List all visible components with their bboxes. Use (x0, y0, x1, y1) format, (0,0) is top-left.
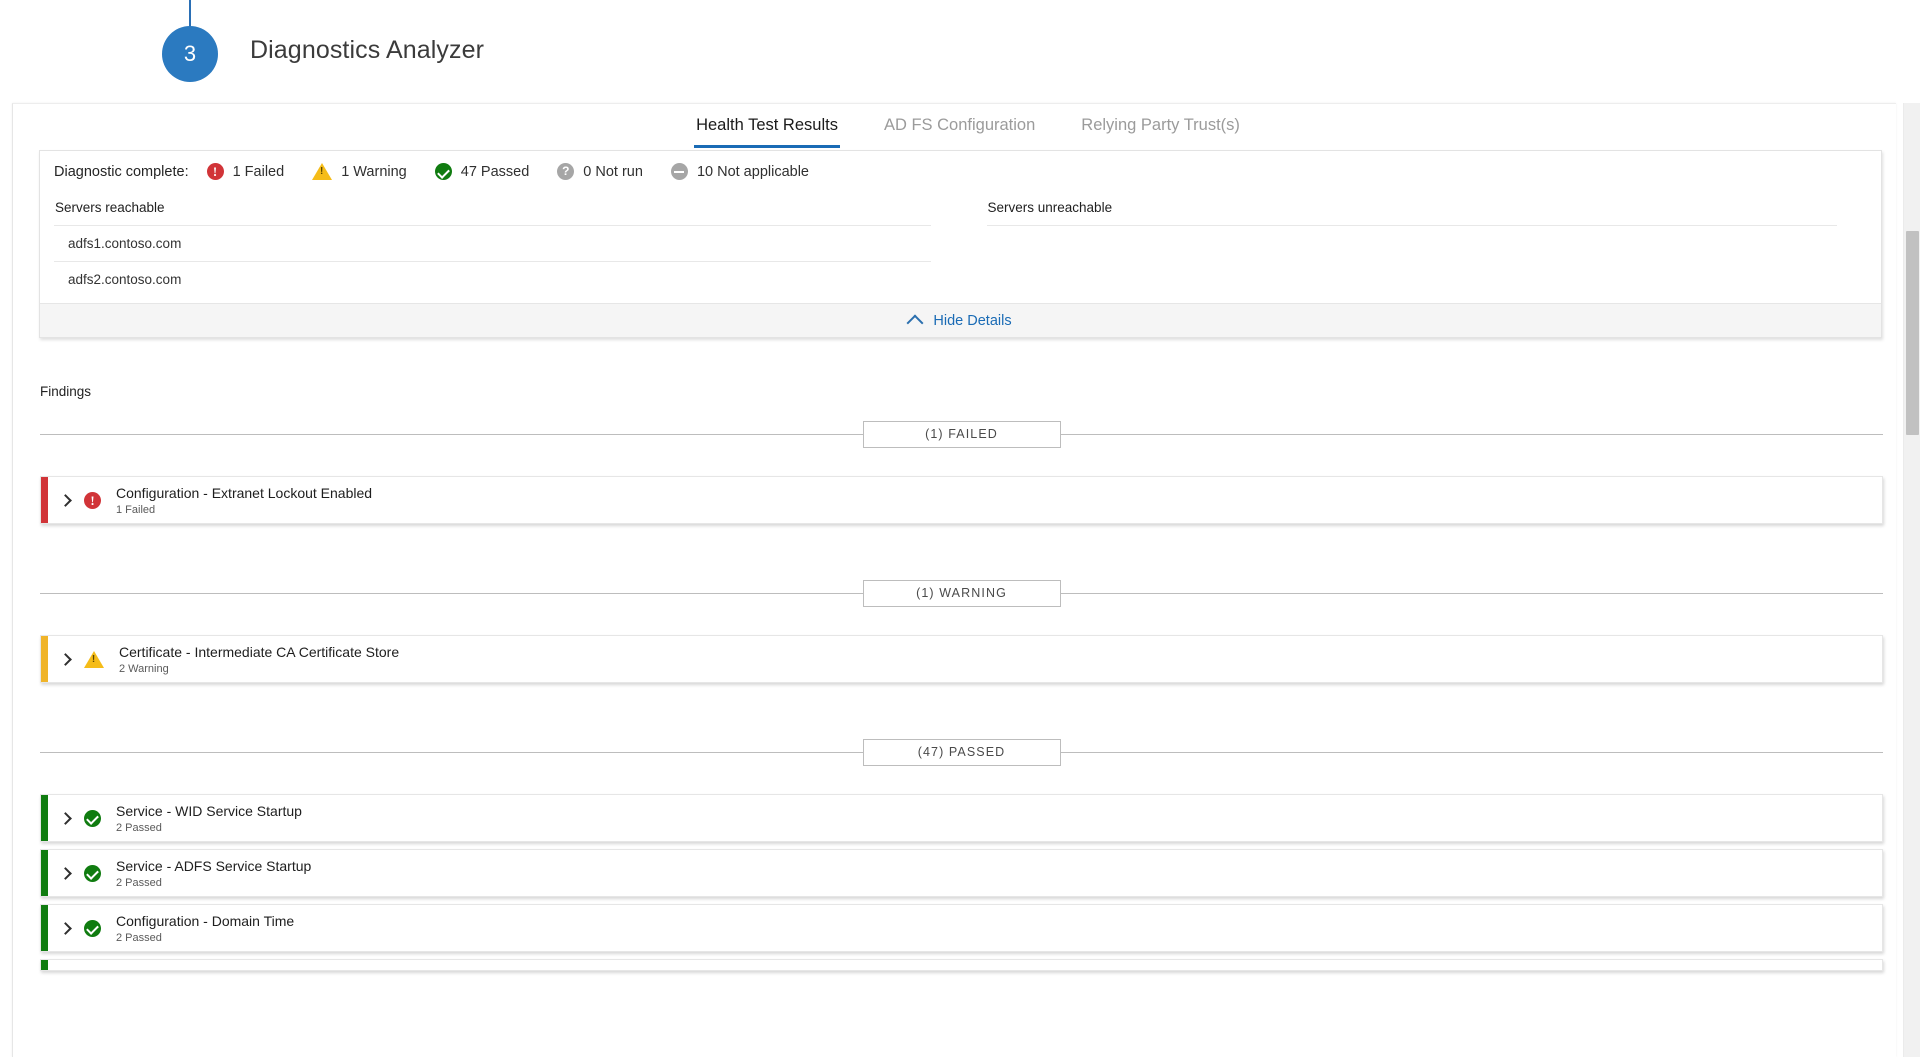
chevron-right-icon[interactable] (59, 652, 72, 666)
error-icon: ! (84, 491, 101, 509)
stat-not-run-label: 0 Not run (583, 163, 643, 180)
findings-divider-failed: (1) FAILED (40, 421, 1883, 448)
servers-unreachable-empty (986, 225, 1837, 226)
not-applicable-icon (670, 163, 688, 180)
servers-reachable-column: Servers reachable adfs1.contoso.com adfs… (54, 190, 961, 297)
divider-rule-left (40, 434, 863, 435)
list-item: adfs2.contoso.com (54, 261, 931, 297)
diagnostics-analyzer-page: 3 Diagnostics Analyzer Health Test Resul… (0, 0, 1920, 1057)
divider-rule-left (40, 752, 863, 753)
finding-text: Service - ADFS Service Startup 2 Passed (116, 858, 311, 889)
stat-failed-label: 1 Failed (232, 163, 285, 180)
success-icon (84, 864, 101, 882)
finding-subtitle: 2 Passed (116, 931, 162, 944)
findings-divider-warning: (1) WARNING (40, 580, 1883, 607)
status-accent-bar (41, 960, 48, 970)
tab-bar: Health Test Results AD FS Configuration … (48, 103, 1888, 148)
scrollbar-thumb[interactable] (1906, 231, 1919, 435)
findings-section-chip: (1) FAILED (862, 421, 1061, 448)
findings-label: Findings (40, 384, 92, 399)
diagnostic-summary-line: Diagnostic complete: ! 1 Failed 1 Warnin… (40, 151, 1881, 190)
divider-rule-right (1060, 593, 1883, 594)
success-icon (84, 809, 101, 827)
stat-passed: 47 Passed (434, 163, 530, 180)
tab-health-test-results[interactable]: Health Test Results (694, 113, 840, 148)
status-accent-bar (41, 636, 48, 682)
finding-title: Service - ADFS Service Startup (116, 857, 312, 874)
finding-title: Service - WID Service Startup (116, 802, 302, 819)
findings-section-chip: (47) PASSED (862, 739, 1061, 766)
step-header: 3 Diagnostics Analyzer (0, 0, 1920, 92)
finding-row-domain-time[interactable]: Configuration - Domain Time 2 Passed (40, 904, 1883, 952)
finding-text: Configuration - Extranet Lockout Enabled… (116, 485, 372, 516)
finding-subtitle: 2 Warning (119, 662, 169, 675)
chevron-right-icon[interactable] (59, 493, 72, 507)
stat-not-run: ? 0 Not run (557, 163, 643, 180)
finding-title: Certificate - Intermediate CA Certificat… (119, 643, 400, 660)
stat-failed: ! 1 Failed (206, 163, 285, 180)
divider-rule-right (1060, 752, 1883, 753)
finding-row-intermediate-ca-certificate-store[interactable]: Certificate - Intermediate CA Certificat… (40, 635, 1883, 683)
vertical-scrollbar[interactable] (1903, 103, 1920, 1057)
stat-warning: 1 Warning (312, 163, 407, 180)
finding-text: Certificate - Intermediate CA Certificat… (119, 644, 399, 675)
tab-relying-party-trusts[interactable]: Relying Party Trust(s) (1079, 113, 1242, 145)
finding-row-extranet-lockout-enabled[interactable]: ! Configuration - Extranet Lockout Enabl… (40, 476, 1883, 524)
success-icon (84, 919, 101, 937)
status-accent-bar (41, 795, 48, 841)
error-icon: ! (206, 163, 224, 180)
finding-title: Configuration - Extranet Lockout Enabled (116, 484, 373, 501)
servers-unreachable-title: Servers unreachable (987, 200, 1113, 215)
chevron-right-icon[interactable] (59, 866, 72, 880)
stat-not-applicable-label: 10 Not applicable (696, 163, 809, 180)
step-number-badge: 3 (162, 26, 218, 82)
hide-details-label: Hide Details (933, 312, 1012, 329)
finding-subtitle: 2 Passed (116, 821, 162, 834)
finding-row-adfs-service-startup[interactable]: Service - ADFS Service Startup 2 Passed (40, 849, 1883, 897)
finding-text: Configuration - Domain Time 2 Passed (116, 913, 294, 944)
stat-passed-label: 47 Passed (460, 163, 530, 180)
servers-unreachable-column: Servers unreachable (961, 190, 1868, 297)
chevron-right-icon[interactable] (59, 811, 72, 825)
status-accent-bar (41, 477, 48, 523)
question-icon: ? (557, 163, 575, 180)
stat-not-applicable: 10 Not applicable (670, 163, 809, 180)
tab-ad-fs-configuration[interactable]: AD FS Configuration (882, 113, 1037, 145)
chevron-right-icon[interactable] (59, 921, 72, 935)
finding-subtitle: 2 Passed (116, 876, 162, 889)
finding-text: Service - WID Service Startup 2 Passed (116, 803, 302, 834)
finding-subtitle: 1 Failed (116, 503, 156, 516)
finding-row-partial-next[interactable] (40, 959, 1883, 971)
status-accent-bar (41, 905, 48, 951)
warning-icon (312, 163, 333, 180)
divider-rule-right (1060, 434, 1883, 435)
findings-section-chip: (1) WARNING (862, 580, 1061, 607)
hide-details-button[interactable]: Hide Details (40, 303, 1881, 337)
list-item: adfs1.contoso.com (54, 225, 931, 261)
content-area: Health Test Results AD FS Configuration … (39, 103, 1888, 971)
finding-row-wid-service-startup[interactable]: Service - WID Service Startup 2 Passed (40, 794, 1883, 842)
finding-title: Configuration - Domain Time (116, 912, 295, 929)
divider-rule-left (40, 593, 863, 594)
status-accent-bar (41, 850, 48, 896)
stat-warning-label: 1 Warning (341, 163, 407, 180)
diagnostic-complete-label: Diagnostic complete: (54, 163, 189, 180)
servers-reachable-title: Servers reachable (55, 200, 165, 215)
success-icon (434, 163, 452, 180)
findings-divider-passed: (47) PASSED (40, 739, 1883, 766)
page-title: Diagnostics Analyzer (250, 36, 485, 64)
chevron-up-icon (906, 314, 924, 331)
warning-icon (84, 650, 104, 668)
servers-section: Servers reachable adfs1.contoso.com adfs… (40, 190, 1881, 303)
diagnostic-summary-card: Diagnostic complete: ! 1 Failed 1 Warnin… (39, 150, 1882, 338)
